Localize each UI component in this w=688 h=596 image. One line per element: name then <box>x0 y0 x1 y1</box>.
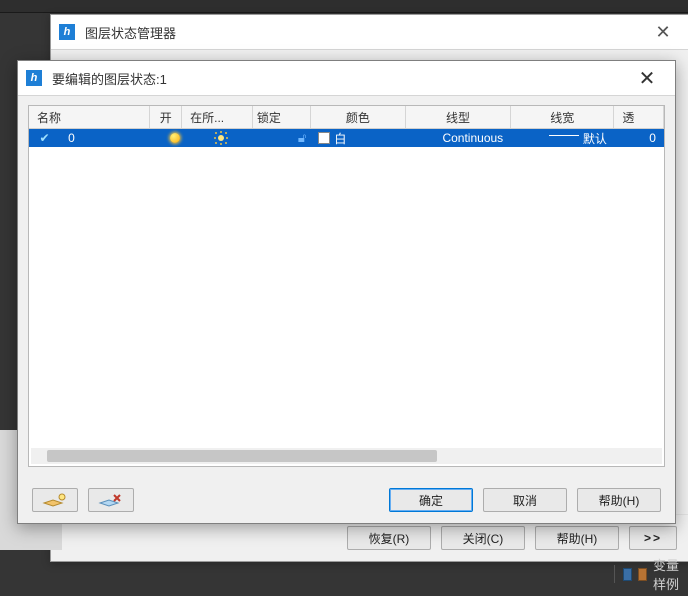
edit-layer-state-dialog: h 要编辑的图层状态:1 ✕ 名称 开 在所... 锁定 颜色 线型 线宽 透 … <box>17 60 676 524</box>
palette-swatch[interactable] <box>623 568 632 581</box>
col-lwt[interactable]: 线宽 <box>511 106 614 128</box>
table-row[interactable]: ✔ 0 🔓︎ 白 Continuous 默认 0 <box>29 129 664 147</box>
cell-status: ✔ <box>29 129 60 147</box>
layer-grid: 名称 开 在所... 锁定 颜色 线型 线宽 透 ✔ 0 🔓︎ 白 <box>28 105 665 467</box>
color-swatch <box>318 132 330 144</box>
lineweight-sample <box>549 135 579 136</box>
col-trans[interactable]: 透 <box>614 106 664 128</box>
dock-label[interactable]: 变量样例 <box>653 555 680 593</box>
close-button[interactable]: 关闭(C) <box>441 526 525 550</box>
dialog-title: 要编辑的图层状态:1 <box>48 69 627 88</box>
titlebar[interactable]: h 要编辑的图层状态:1 ✕ <box>18 61 675 96</box>
add-layer-button[interactable] <box>32 488 78 512</box>
col-color[interactable]: 颜色 <box>311 106 406 128</box>
restore-button[interactable]: 恢复(R) <box>347 526 431 550</box>
cell-on[interactable] <box>159 129 190 147</box>
app-icon: h <box>26 70 42 86</box>
col-view[interactable]: 在所... <box>182 106 253 128</box>
col-lock[interactable]: 锁定 <box>253 106 311 128</box>
help-button[interactable]: 帮助(H) <box>535 526 619 550</box>
close-icon[interactable]: ✕ <box>627 66 667 91</box>
col-on[interactable]: 开 <box>150 106 182 128</box>
app-icon: h <box>59 24 75 40</box>
lock-open-icon: 🔓︎ <box>298 130 306 146</box>
cancel-button[interactable]: 取消 <box>483 488 567 512</box>
dialog-title: 图层状态管理器 <box>81 23 643 42</box>
scrollbar-thumb[interactable] <box>47 450 437 462</box>
button-bar: 确定 取消 帮助(H) <box>18 477 675 523</box>
col-name[interactable]: 名称 <box>29 106 150 128</box>
bulb-icon <box>170 133 180 143</box>
lineweight-label: 默认 <box>583 130 607 147</box>
cell-name: 0 <box>60 129 159 147</box>
horizontal-scrollbar[interactable] <box>31 448 662 464</box>
cell-transparency[interactable]: 0 <box>615 129 664 147</box>
folder-icon[interactable] <box>638 568 647 581</box>
help-button[interactable]: 帮助(H) <box>577 488 661 512</box>
sun-icon <box>215 132 227 144</box>
cell-lock[interactable]: 🔓︎ <box>253 129 311 147</box>
color-label: 白 <box>334 130 346 147</box>
check-icon: ✔ <box>40 131 50 145</box>
close-icon[interactable]: ✕ <box>643 22 683 43</box>
add-layer-icon <box>42 493 68 507</box>
cell-color[interactable]: 白 <box>310 129 405 147</box>
divider <box>614 565 615 583</box>
titlebar[interactable]: h 图层状态管理器 ✕ <box>51 15 688 50</box>
cell-lineweight[interactable]: 默认 <box>511 129 615 147</box>
ok-button[interactable]: 确定 <box>389 488 473 512</box>
col-ltype[interactable]: 线型 <box>406 106 511 128</box>
background-ribbon <box>0 0 688 13</box>
grid-header: 名称 开 在所... 锁定 颜色 线型 线宽 透 <box>29 106 664 129</box>
delete-layer-button[interactable] <box>88 488 134 512</box>
expand-button[interactable]: >> <box>629 526 677 550</box>
cell-view[interactable] <box>190 129 253 147</box>
delete-layer-icon <box>98 493 124 507</box>
cell-linetype[interactable]: Continuous <box>406 129 511 147</box>
